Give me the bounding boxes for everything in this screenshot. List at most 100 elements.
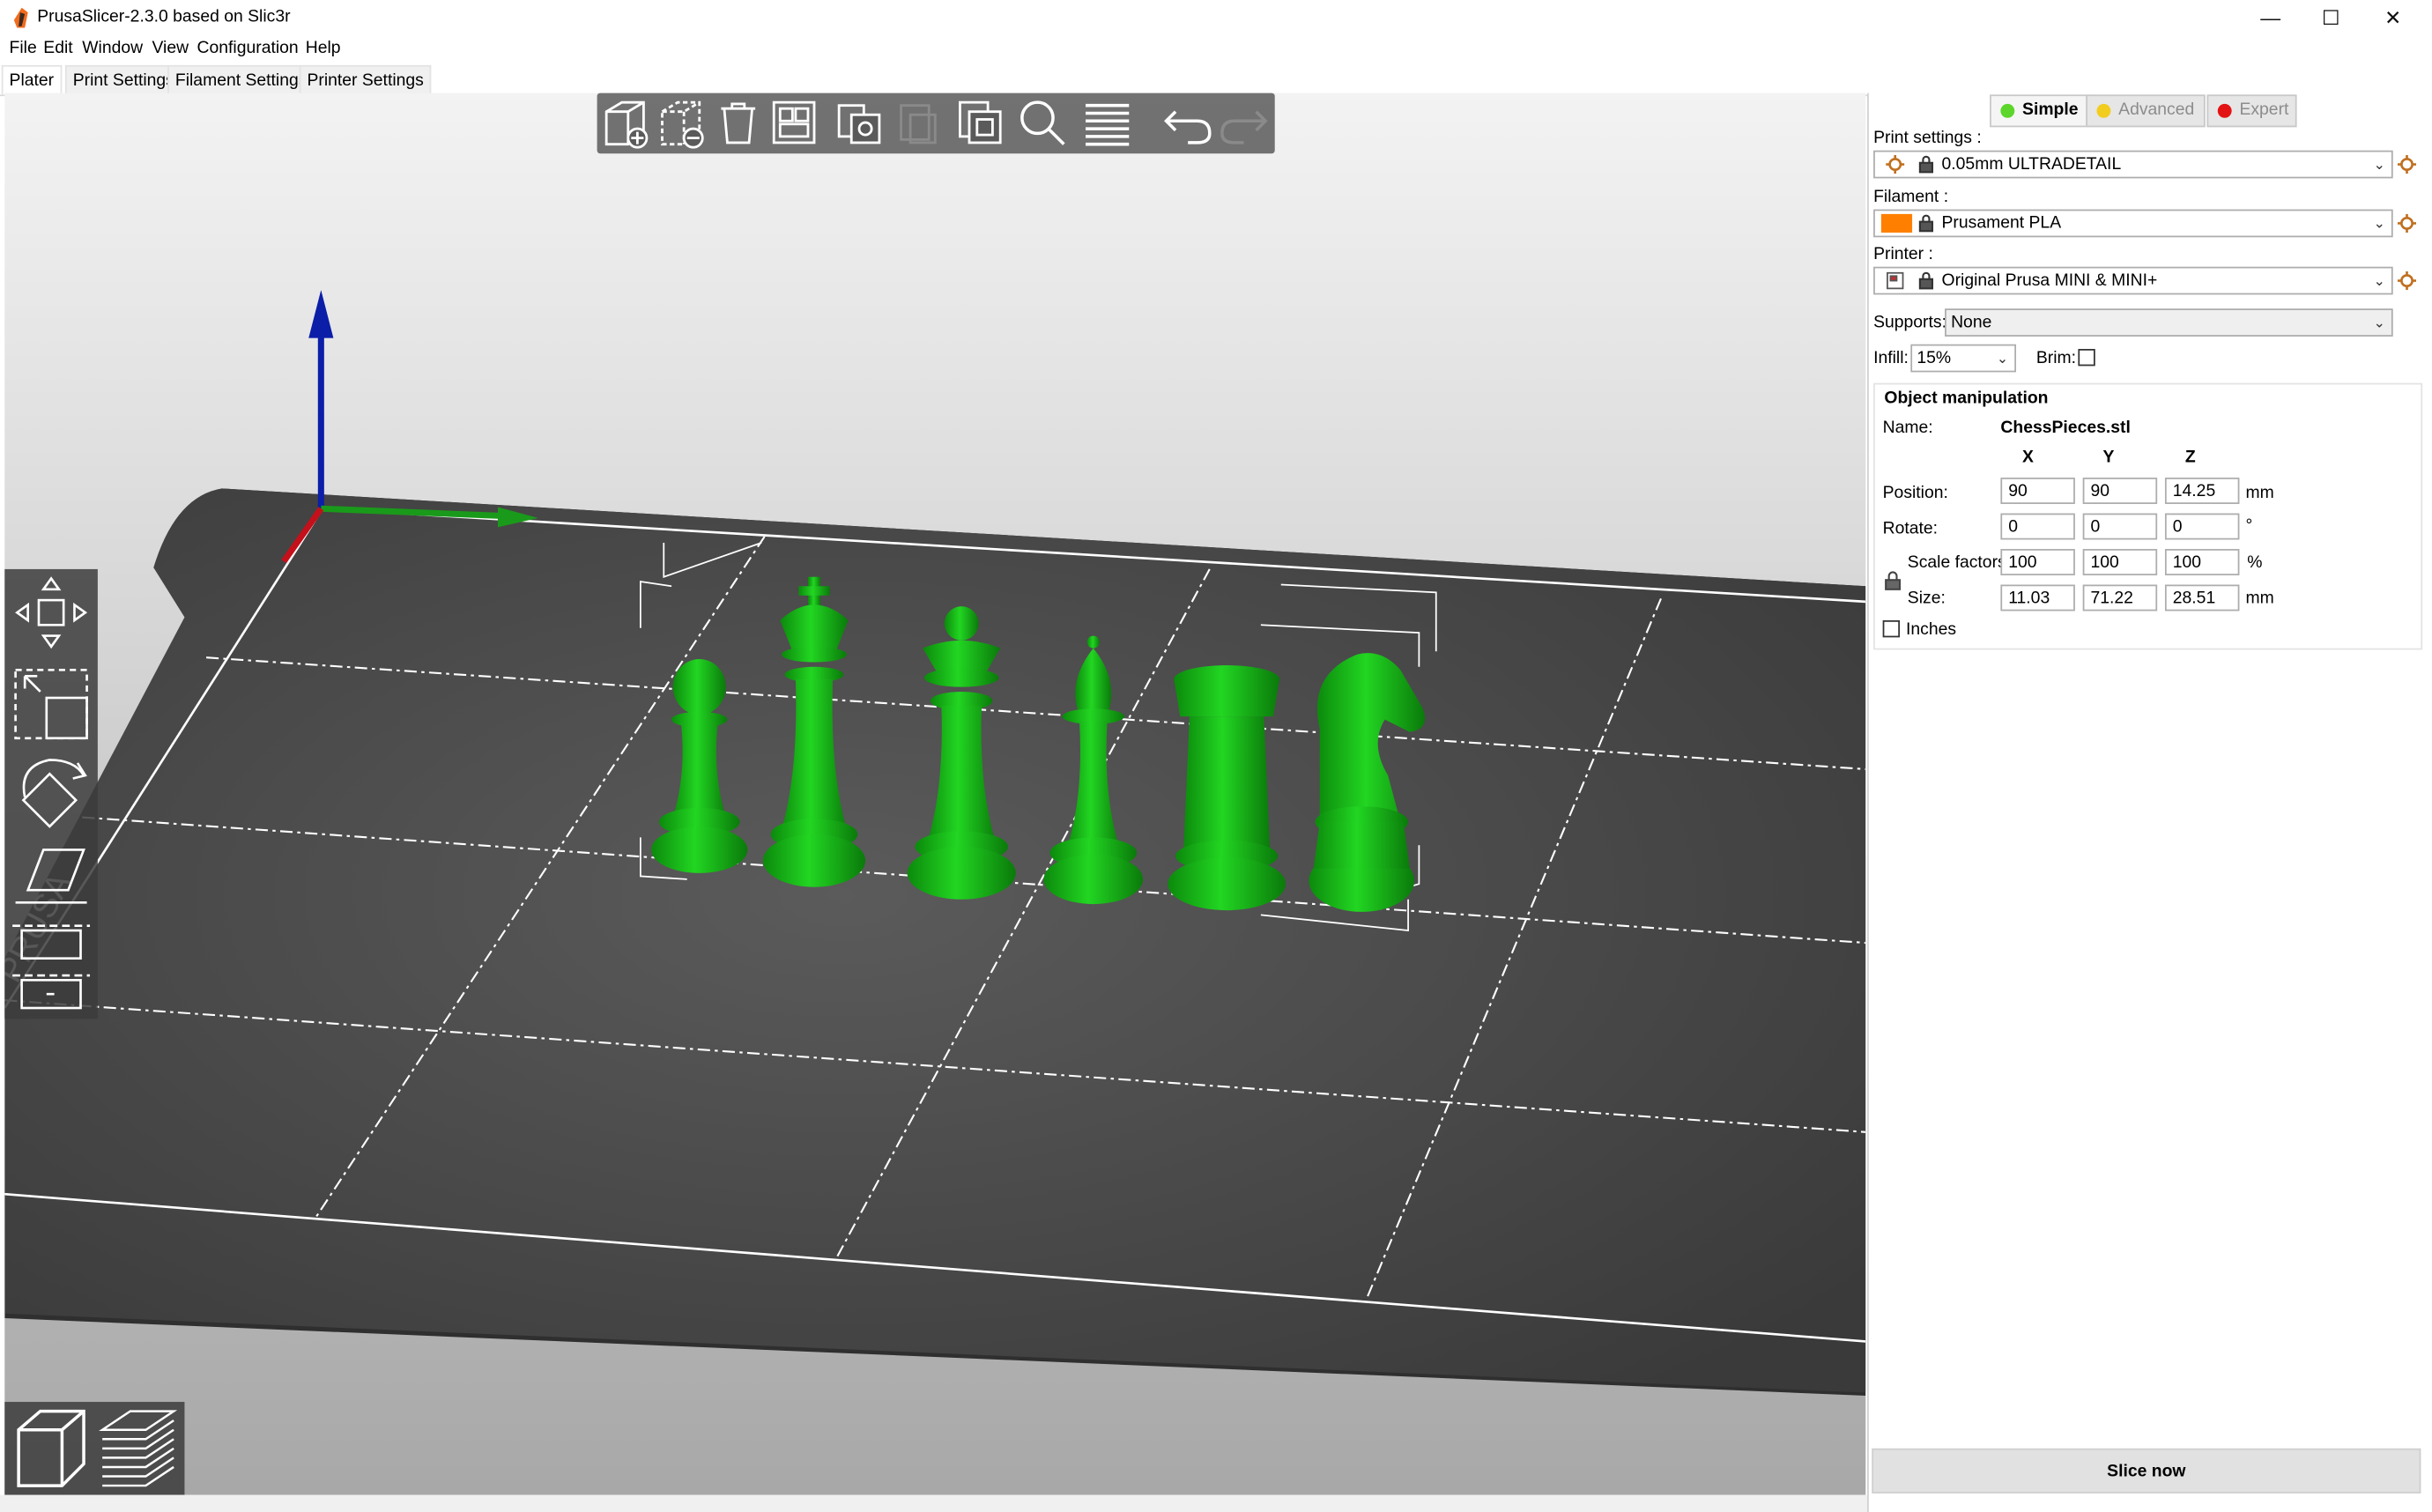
preview-icon[interactable] (96, 1405, 180, 1493)
print-bed-scene: PRUSA (4, 290, 1866, 1396)
menu-window[interactable]: Window (82, 39, 143, 57)
undo-icon[interactable] (1160, 96, 1212, 149)
settings-panel (1867, 93, 2432, 1512)
chevron-down-icon: ⌄ (1996, 350, 2009, 367)
move-icon[interactable] (12, 574, 90, 651)
search-icon[interactable] (1016, 96, 1069, 149)
size-z-field[interactable]: 28.51 (2164, 584, 2240, 611)
arrange-icon[interactable] (767, 96, 820, 149)
size-y-field[interactable]: 71.22 (2082, 584, 2158, 611)
mode-expert-label: Expert (2239, 100, 2289, 120)
menu-view[interactable]: View (152, 39, 189, 57)
tab-print-settings[interactable]: Print Settings (64, 64, 182, 95)
place-on-face-icon[interactable] (12, 843, 90, 905)
tab-printer-settings[interactable]: Printer Settings (299, 64, 432, 95)
close-button[interactable]: ✕ (2362, 0, 2423, 35)
tab-filament-settings[interactable]: Filament Settings (167, 64, 315, 95)
mode-expert-button[interactable]: Expert (2206, 94, 2297, 128)
rotate-unit: ° (2245, 516, 2253, 536)
axis-z-header: Z (2184, 448, 2196, 467)
scale-factors-label: Scale factors: (1907, 553, 2012, 573)
supports-label: Supports: (1873, 313, 1946, 332)
print-settings-combo[interactable]: 0.05mm ULTRADETAIL ⌄ (1873, 150, 2393, 179)
lock-icon (1918, 214, 1934, 233)
size-label: Size: (1907, 589, 1946, 608)
mode-simple-label: Simple (2022, 100, 2079, 120)
print-settings-icon (1886, 155, 1905, 174)
inches-checkbox[interactable] (1882, 620, 1900, 638)
rotate-x-field[interactable]: 0 (2000, 513, 2075, 540)
printer-icon (1887, 271, 1904, 290)
status-bar (0, 1494, 1868, 1512)
mode-advanced-button[interactable]: Advanced (2086, 94, 2206, 128)
supports-value: None (1951, 313, 1992, 332)
copy-icon[interactable] (833, 96, 886, 149)
lock-icon (1918, 155, 1934, 174)
infill-combo[interactable]: 15% ⌄ (1910, 344, 2016, 373)
gear-icon[interactable] (2397, 271, 2417, 291)
object-name: ChessPieces.stl (2000, 419, 2131, 438)
menu-edit[interactable]: Edit (43, 39, 72, 57)
position-unit: mm (2245, 484, 2274, 503)
mode-simple-button[interactable]: Simple (1990, 94, 2089, 128)
brim-checkbox[interactable] (2078, 349, 2095, 367)
tab-bar: Plater Print Settings Filament Settings … (0, 64, 2432, 97)
chevron-down-icon: ⌄ (2373, 215, 2385, 232)
scale-icon[interactable] (12, 663, 90, 741)
tab-plater[interactable]: Plater (1, 64, 62, 95)
filament-combo[interactable]: Prusament PLA ⌄ (1873, 209, 2393, 238)
3d-viewport[interactable]: PRUSA (4, 93, 1866, 1495)
layers-icon[interactable] (1081, 96, 1134, 149)
infill-value: 15% (1917, 349, 1952, 368)
app-logo-icon (13, 7, 28, 28)
rotate-icon[interactable] (12, 753, 90, 831)
chevron-down-icon: ⌄ (2373, 156, 2385, 173)
filament-label: Filament : (1873, 187, 1949, 207)
delete-icon[interactable] (656, 96, 708, 149)
scale-x-field[interactable]: 100 (2000, 549, 2075, 575)
add-icon[interactable] (600, 96, 653, 149)
gear-icon[interactable] (2397, 155, 2417, 174)
object-manipulation-heading: Object manipulation (1884, 389, 2049, 408)
minimize-button[interactable]: — (2239, 0, 2301, 35)
filament-value: Prusament PLA (1941, 213, 2062, 233)
menu-help[interactable]: Help (306, 39, 341, 57)
variable-layer-icon[interactable] (12, 971, 91, 1018)
position-z-field[interactable]: 14.25 (2164, 478, 2240, 504)
rotate-y-field[interactable]: 0 (2082, 513, 2158, 540)
infill-label: Infill: (1873, 349, 1909, 368)
print-settings-value: 0.05mm ULTRADETAIL (1941, 155, 2122, 174)
rotate-label: Rotate: (1882, 519, 1939, 538)
printer-value: Original Prusa MINI & MINI+ (1941, 271, 2158, 291)
axis-y-header: Y (2102, 448, 2115, 467)
paste-icon[interactable] (892, 96, 945, 149)
menu-configuration[interactable]: Configuration (197, 39, 299, 57)
lock-icon (1918, 271, 1934, 290)
scale-lock-icon[interactable] (1884, 571, 1902, 591)
maximize-button[interactable]: ☐ (2300, 0, 2362, 35)
axis-x-header: X (2022, 448, 2034, 467)
name-label: Name: (1882, 419, 1933, 438)
cut-icon[interactable] (12, 921, 91, 967)
instance-icon[interactable] (953, 96, 1006, 149)
size-unit: mm (2245, 589, 2274, 608)
position-label: Position: (1882, 484, 1948, 503)
position-y-field[interactable]: 90 (2082, 478, 2158, 504)
position-x-field[interactable]: 90 (2000, 478, 2075, 504)
gear-icon[interactable] (2397, 213, 2417, 233)
inches-label: Inches (1906, 620, 1957, 640)
delete-all-icon[interactable] (712, 96, 765, 149)
filament-color-swatch (1880, 213, 1913, 233)
slice-now-button[interactable]: Slice now (1872, 1448, 2421, 1493)
redo-icon[interactable] (1219, 96, 1272, 149)
printer-label: Printer : (1873, 245, 1933, 264)
scale-y-field[interactable]: 100 (2082, 549, 2158, 575)
chevron-down-icon: ⌄ (2373, 272, 2385, 289)
rotate-z-field[interactable]: 0 (2164, 513, 2240, 540)
scale-z-field[interactable]: 100 (2164, 549, 2240, 575)
menu-file[interactable]: File (10, 39, 37, 57)
supports-select[interactable]: None ⌄ (1945, 308, 2393, 337)
size-x-field[interactable]: 11.03 (2000, 584, 2075, 611)
printer-combo[interactable]: Original Prusa MINI & MINI+ ⌄ (1873, 266, 2393, 295)
3d-view-icon[interactable] (10, 1405, 93, 1493)
